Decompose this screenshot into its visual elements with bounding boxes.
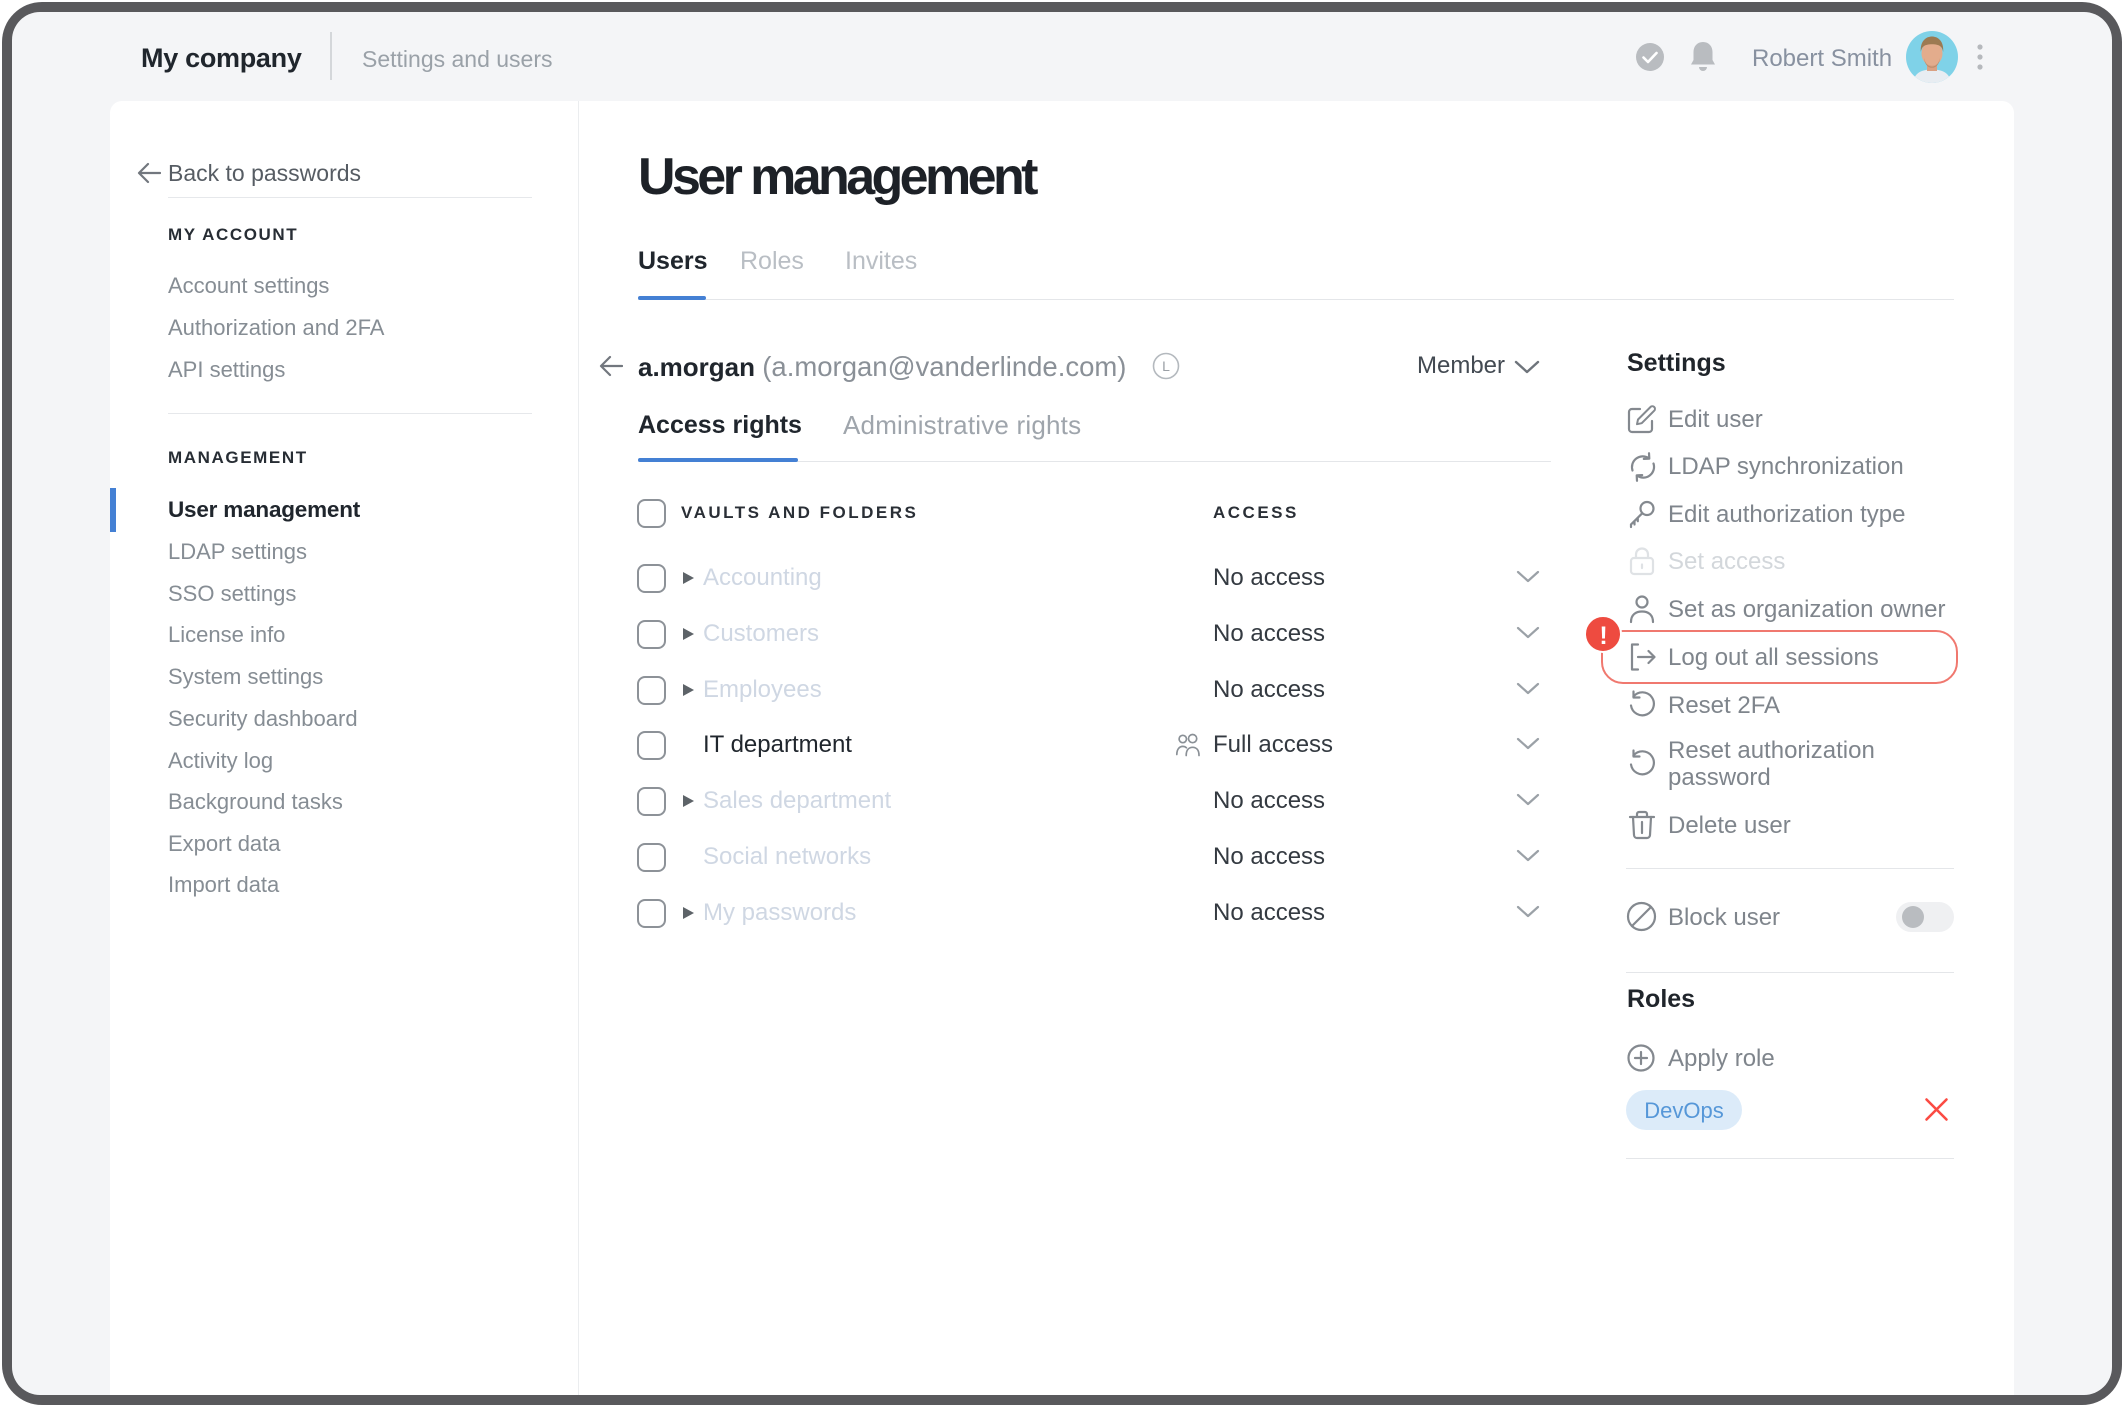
- svg-text:L: L: [1162, 358, 1170, 374]
